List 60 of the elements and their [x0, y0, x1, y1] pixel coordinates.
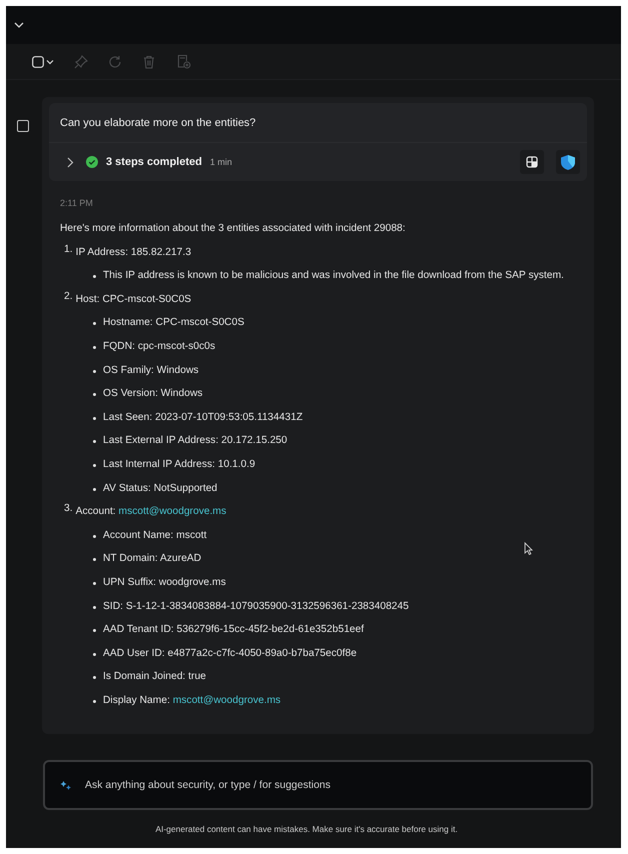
detail-text: AAD Tenant ID: 536279f6-15cc-45f2-be2d-61e352b51eef [103, 623, 364, 638]
steps-status[interactable]: 3 steps completed [106, 156, 202, 168]
bullet-icon [93, 440, 96, 444]
select-all-checkbox[interactable] [30, 54, 56, 70]
detail-text: SID: S-1-12-1-3834083884-1079035900-3132596361-2383408245 [103, 600, 409, 614]
detail-text: Last Seen: 2023-07-10T09:53:05.1134431Z [103, 410, 303, 425]
list-number: 1. [64, 244, 73, 257]
mouse-pointer-icon [524, 542, 533, 555]
bullet-icon [93, 676, 96, 680]
detail-text: NT Domain: AzureAD [103, 552, 202, 566]
entity-heading: Host: CPC-mscot-S0C0S [76, 292, 192, 307]
detail-text: OS Family: Windows [103, 364, 199, 378]
checkbox[interactable] [17, 120, 29, 132]
bullet-icon [93, 652, 96, 656]
bullet-icon [93, 370, 96, 373]
detail-text: AV Status: NotSupported [103, 482, 218, 496]
chevron-down-icon[interactable] [14, 22, 24, 28]
detail-text: Hostname: CPC-mscot-S0C0S [103, 316, 244, 330]
prompt-text: Can you elaborate more on the entities? [60, 116, 256, 128]
shield-button[interactable] [556, 150, 580, 174]
bullet-icon [93, 346, 96, 349]
list-number: 3. [64, 503, 73, 516]
bullet-icon [93, 416, 96, 420]
shield-icon [560, 154, 576, 170]
detail-text: Is Domain Joined: true [103, 670, 206, 684]
disclaimer-text: AI-generated content can have mistakes. Make sure it's accurate before using it. [155, 824, 459, 834]
grid-icon [526, 156, 538, 168]
duration-text: 1 min [210, 157, 232, 167]
bullet-icon [93, 393, 96, 396]
bullet-icon [93, 606, 96, 608]
bullet-icon [93, 534, 96, 538]
bullet-icon [93, 464, 96, 467]
detail-text: AAD User ID: e4877a2c-c7fc-4050-89a0-b7ba75ec0f8e [103, 646, 357, 661]
intro-text: Here's more information about the 3 entities associated with incident 29088: [60, 222, 406, 236]
sparkle-icon [60, 780, 72, 791]
bullet-icon [93, 322, 96, 326]
check-circle-icon [86, 156, 98, 168]
bullet-icon [93, 275, 96, 278]
detail-text: UPN Suffix: woodgrove.ms [103, 576, 226, 590]
email-link[interactable]: mscott@woodgrove.ms [172, 694, 281, 706]
detail-text: OS Version: Windows [103, 387, 203, 402]
detail-text: FQDN: cpc-mscot-s0c0s [103, 340, 216, 354]
bullet-icon [93, 700, 96, 703]
entity-heading: IP Address: 185.82.217.3 [76, 246, 192, 260]
email-link[interactable]: mscott@woodgrove.ms [118, 506, 226, 518]
detail-text: Last External IP Address: 20.172.15.250 [103, 434, 288, 448]
detail-text: Display Name: mscott@woodgrove.ms [103, 694, 281, 708]
prompt-input-field[interactable]: Ask anything about security, or type / for suggestions [43, 760, 593, 810]
bullet-icon [93, 558, 96, 562]
bullet-icon [93, 488, 96, 491]
list-number: 2. [64, 290, 73, 304]
chevron-right-icon[interactable] [67, 156, 74, 168]
entity-heading: Account: mscott@woodgrove.ms [76, 505, 226, 520]
grid-button[interactable] [520, 150, 544, 174]
detail-text: Account Name: mscott [103, 528, 207, 543]
timestamp: 2:11 PM [60, 197, 94, 210]
detail-text: This IP address is known to be malicious and was involved in the file download from the SAP system. [103, 269, 564, 284]
bullet-icon [93, 582, 96, 585]
detail-text: Last Internal IP Address: 10.1.0.9 [103, 458, 256, 472]
bullet-icon [93, 629, 96, 632]
